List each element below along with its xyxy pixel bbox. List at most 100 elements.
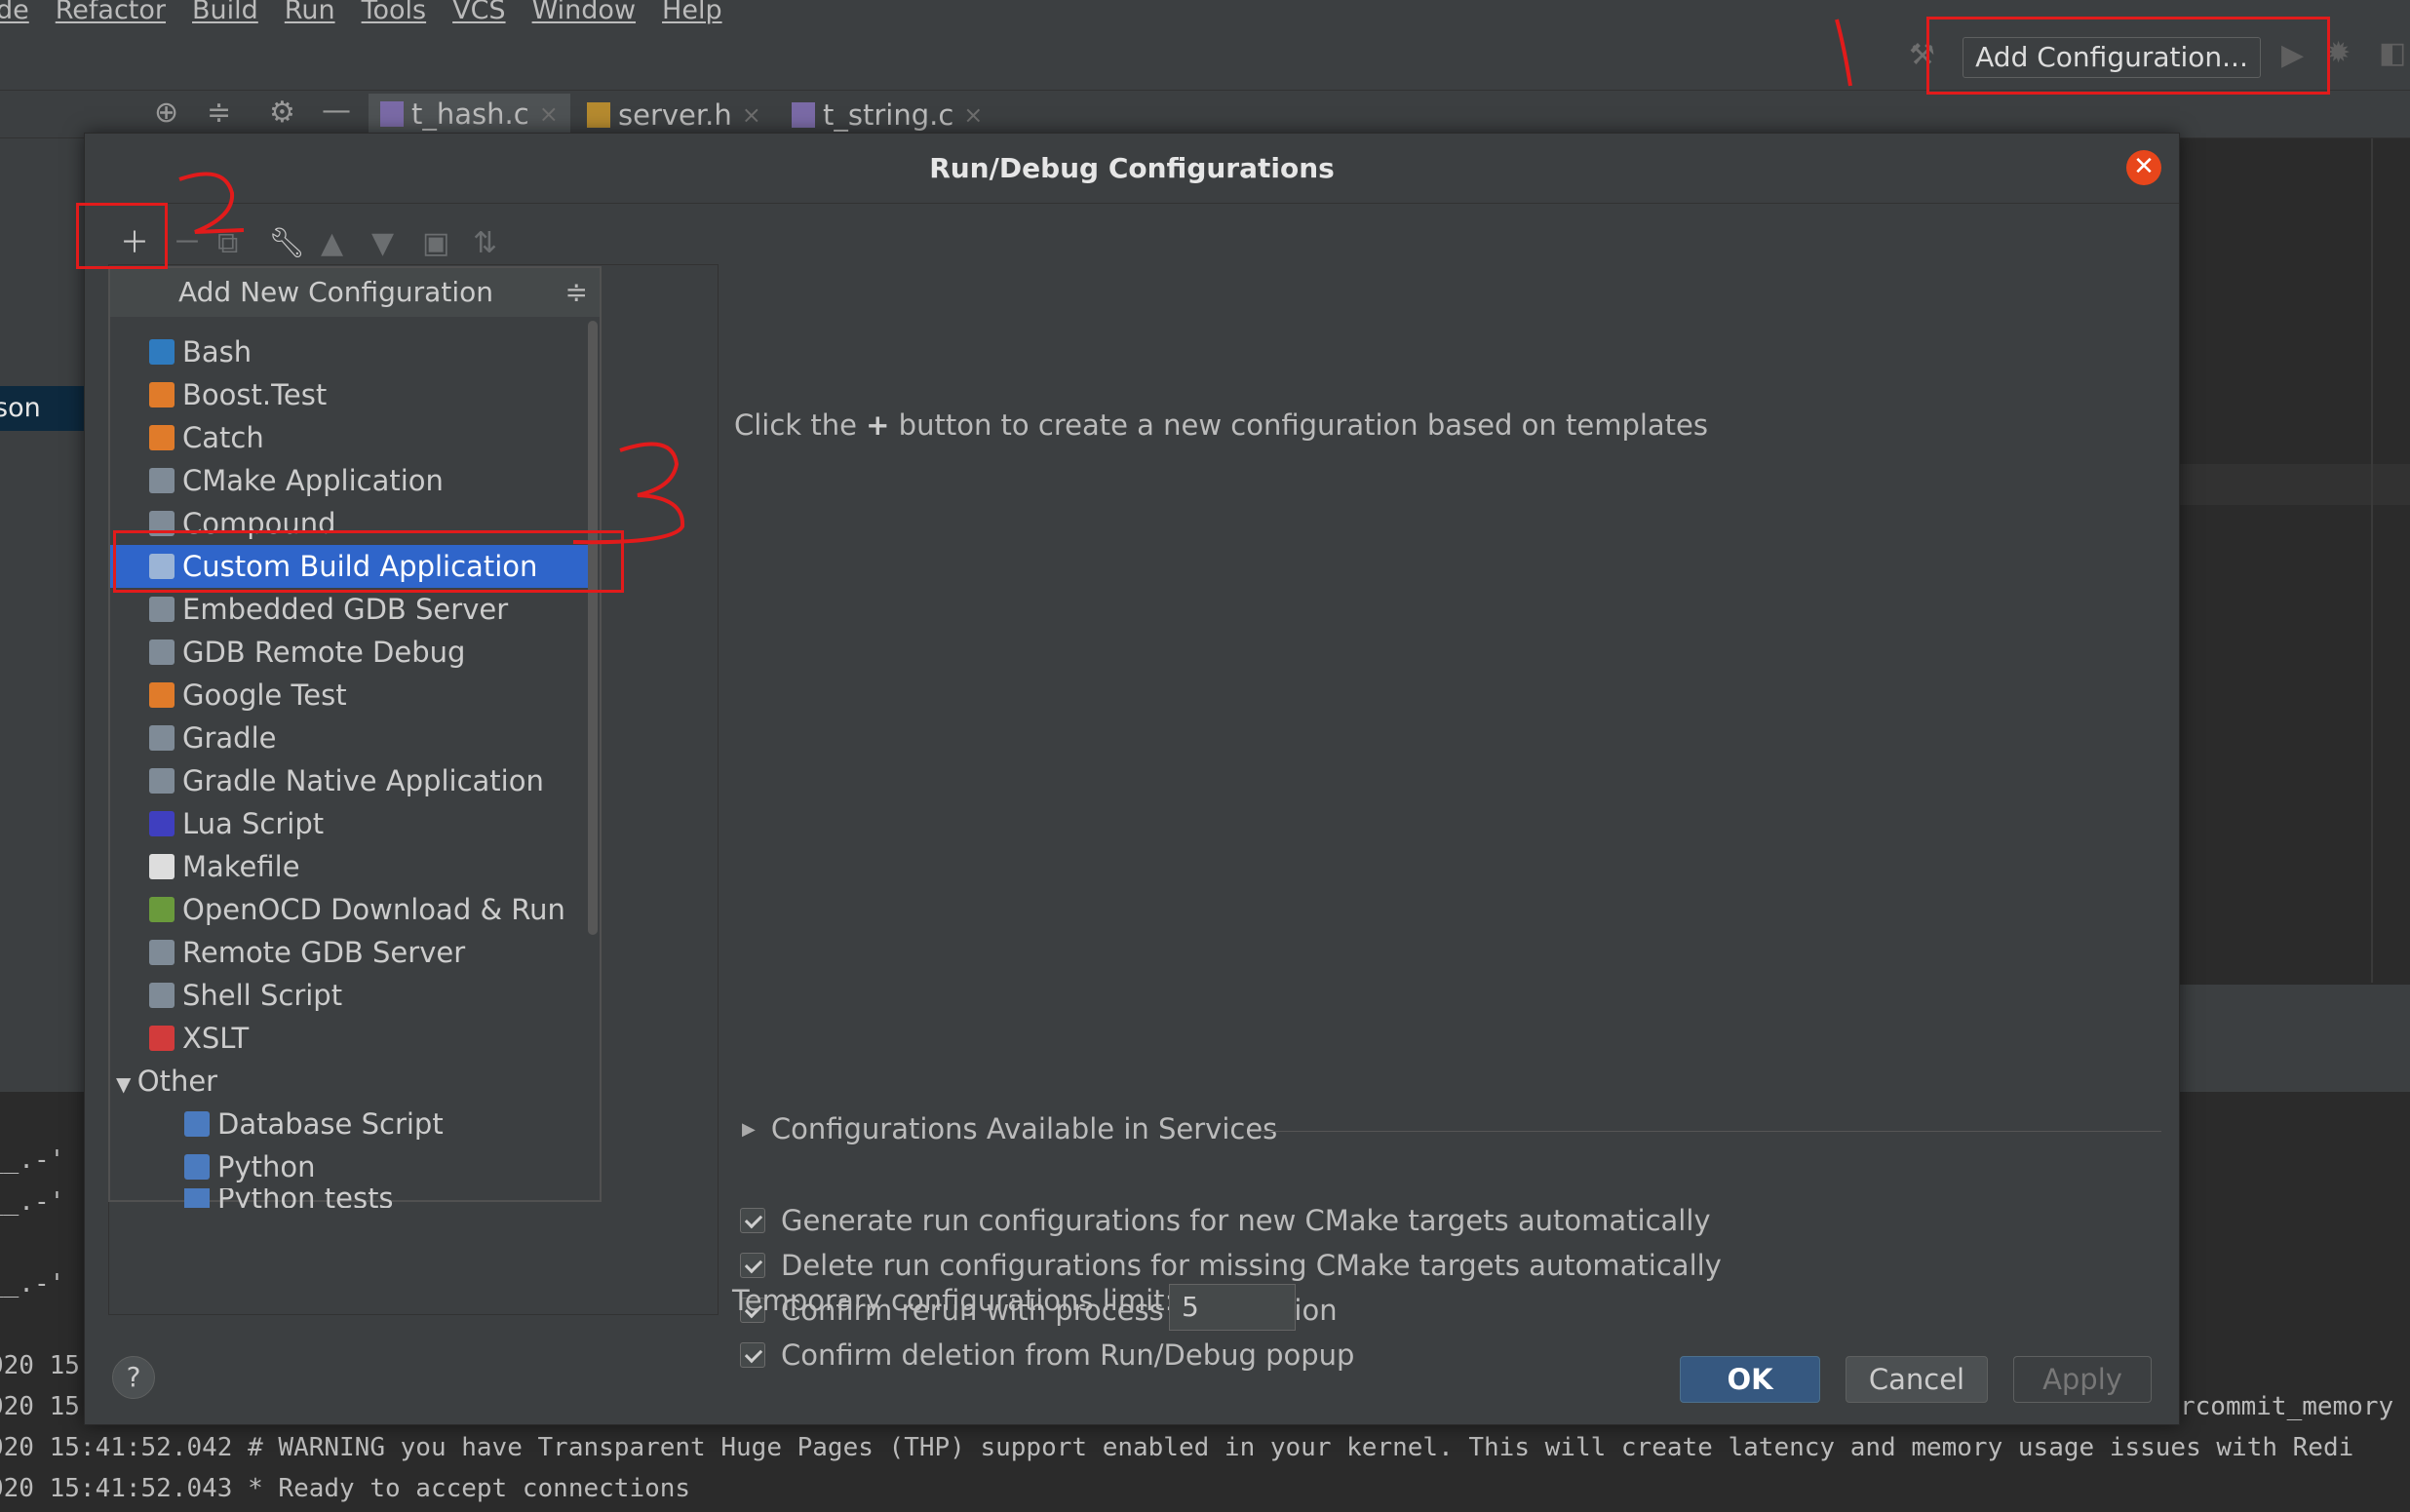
config-type-item[interactable]: Makefile [110, 845, 588, 888]
checkbox-checked-icon[interactable] [740, 1208, 765, 1233]
remote-gdb-icon [149, 940, 175, 965]
tab-label: server.h [618, 98, 732, 132]
annotation-box-2 [76, 203, 168, 269]
menu-window[interactable]: Window [532, 0, 636, 23]
config-type-item[interactable]: Catch [110, 416, 588, 459]
menu-vcs[interactable]: VCS [452, 0, 505, 23]
makefile-icon [149, 854, 175, 879]
folder-icon[interactable]: ▣ [422, 227, 449, 260]
settings-checkbox[interactable]: Generate run configurations for new CMak… [740, 1204, 1711, 1237]
menu-code[interactable]: de [0, 0, 29, 23]
tab-t-hash-c[interactable]: t_hash.c × [369, 94, 570, 136]
group-other[interactable]: ▼ Other [116, 1060, 217, 1105]
config-type-item[interactable]: GDB Remote Debug [110, 631, 588, 674]
config-type-item[interactable]: OpenOCD Download & Run [110, 888, 588, 931]
editor-tab-bar: ⊕ ≑ ⚙ — [0, 90, 2410, 138]
tab-server-h[interactable]: server.h × [587, 94, 761, 136]
menu-run[interactable]: Run [285, 0, 335, 23]
bash-icon [149, 339, 175, 365]
tool-window-strip [2180, 985, 2410, 1092]
checkbox-checked-icon[interactable] [740, 1253, 765, 1278]
services-expander[interactable]: ▶ Configurations Available in Services [742, 1112, 1277, 1145]
h-file-icon [587, 102, 610, 128]
sort-icon[interactable]: ⇅ [473, 227, 497, 260]
config-type-label: Gradle [182, 721, 277, 755]
collapse-all-icon[interactable]: ≑ [565, 268, 588, 317]
menu-help[interactable]: Help [662, 0, 722, 23]
apply-button[interactable]: Apply [2013, 1356, 2152, 1403]
popup-header: Add New Configuration ≑ [110, 268, 600, 317]
config-type-item[interactable]: XSLT [110, 1017, 588, 1060]
tab-close-icon[interactable]: × [742, 101, 761, 129]
python-tests-icon [184, 1188, 210, 1208]
config-type-item[interactable]: Gradle [110, 717, 588, 759]
c-file-icon [792, 102, 815, 128]
help-button[interactable]: ? [112, 1356, 155, 1399]
tab-label: t_hash.c [411, 97, 529, 131]
checkbox-checked-icon[interactable] [740, 1342, 765, 1368]
console-line: __.-' [0, 1269, 65, 1299]
wrench-icon[interactable]: 🔧︎ [268, 227, 305, 260]
temp-limit-input[interactable]: 5 [1169, 1284, 1296, 1331]
catch-icon [149, 425, 175, 450]
config-type-item[interactable]: Lua Script [110, 802, 588, 845]
close-icon[interactable]: ✕ [2126, 150, 2161, 185]
cancel-button[interactable]: Cancel [1846, 1356, 1988, 1403]
config-type-label: Boost.Test [182, 378, 328, 411]
collapse-icon[interactable]: ≑ [207, 98, 231, 128]
dialog-title: Run/Debug Configurations [85, 134, 2179, 204]
add-new-configuration-popup: Add New Configuration ≑ Bash Boost.Test Ca… [108, 266, 602, 1208]
config-type-label: CMake Application [182, 464, 444, 497]
database-script-icon [184, 1111, 210, 1137]
config-type-item[interactable]: Python [110, 1145, 588, 1188]
config-type-item[interactable]: CMake Application [110, 459, 588, 502]
checkbox-label: Generate run configurations for new CMak… [781, 1204, 1711, 1237]
coverage-icon[interactable]: ◧ [2379, 39, 2406, 68]
config-type-item[interactable]: Google Test [110, 674, 588, 717]
config-type-item[interactable]: Shell Script [110, 974, 588, 1017]
settings-checkbox[interactable]: Confirm deletion from Run/Debug popup [740, 1338, 1354, 1372]
ok-button[interactable]: OK [1680, 1356, 1820, 1403]
copy-icon[interactable]: ⧉ [217, 227, 238, 260]
tab-close-icon[interactable]: × [963, 101, 983, 129]
right-margin-guide [2371, 138, 2373, 983]
python-icon [184, 1154, 210, 1180]
tab-t-string-c[interactable]: t_string.c × [792, 94, 983, 136]
empty-hint: Click the + button to create a new confi… [734, 408, 1708, 442]
temp-limit-label: Temporary configurations limit: [732, 1284, 1175, 1317]
remove-icon[interactable]: － [173, 227, 202, 260]
config-type-label: Bash [182, 335, 253, 368]
config-type-item[interactable]: Bash [110, 330, 588, 373]
config-type-label: Embedded GDB Server [182, 593, 509, 626]
gear-icon[interactable]: ⚙ [269, 98, 295, 128]
config-type-item[interactable]: Python tests [110, 1188, 588, 1208]
config-type-item[interactable]: Database Script [110, 1103, 588, 1145]
config-type-item[interactable]: Boost.Test [110, 373, 588, 416]
project-tree-selected-item[interactable]: son [0, 386, 84, 431]
config-type-label: Catch [182, 421, 264, 454]
hide-icon[interactable]: — [322, 97, 351, 126]
console-line: __.-' [0, 1187, 65, 1217]
config-type-label: Python tests [217, 1188, 394, 1208]
menu-build[interactable]: Build [192, 0, 258, 23]
locate-icon[interactable]: ⊕ [154, 98, 178, 128]
config-type-item[interactable]: Gradle Native Application [110, 759, 588, 802]
popup-scrollbar[interactable] [588, 321, 598, 935]
config-type-item[interactable]: Embedded GDB Server [110, 588, 588, 631]
menu-tools[interactable]: Tools [362, 0, 427, 23]
move-down-icon[interactable]: ▼ [371, 227, 394, 260]
plus-icon: + [866, 408, 890, 442]
config-type-item[interactable]: Remote GDB Server [110, 931, 588, 974]
editor-area[interactable] [2180, 138, 2410, 983]
checkbox-label: Confirm deletion from Run/Debug popup [781, 1338, 1355, 1372]
move-up-icon[interactable]: ▲ [321, 227, 343, 260]
tab-close-icon[interactable]: × [539, 100, 559, 128]
separator [1261, 1131, 2161, 1132]
config-type-label: Remote GDB Server [182, 936, 466, 969]
console-line: 020 15 [0, 1392, 80, 1421]
settings-checkbox[interactable]: Delete run configurations for missing CM… [740, 1249, 1722, 1282]
tab-label: t_string.c [823, 98, 954, 132]
menu-refactor[interactable]: Refactor [56, 0, 166, 23]
group-label: Other [136, 1065, 218, 1098]
xslt-icon [149, 1026, 175, 1051]
